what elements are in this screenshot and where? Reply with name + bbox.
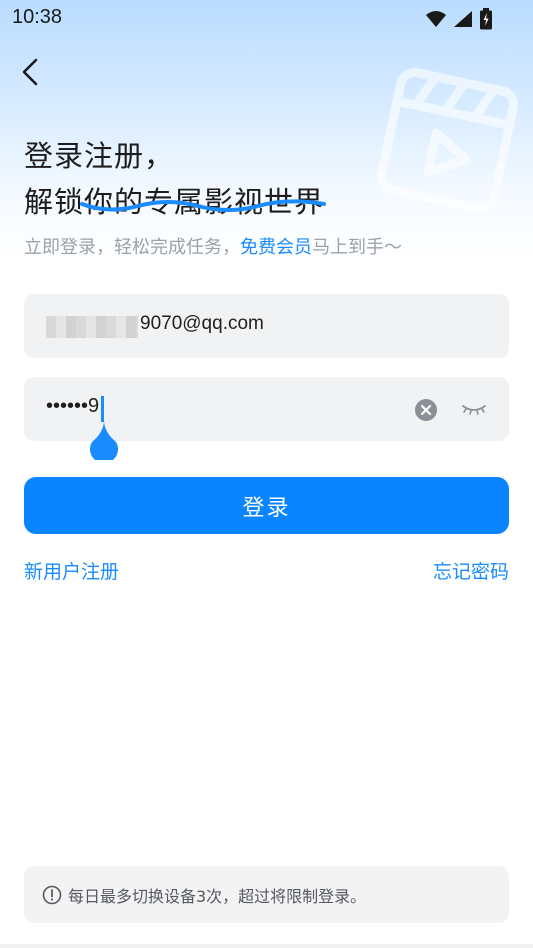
battery-icon bbox=[480, 8, 492, 30]
login-button[interactable]: 登录 bbox=[24, 477, 509, 534]
back-arrow-icon[interactable] bbox=[16, 56, 48, 88]
email-value: 9070@qq.com bbox=[140, 313, 264, 334]
login-screen: 10:38 登录注册， 解锁你的专属影视世界 立即登录，轻松完成任务，免费会员马… bbox=[0, 0, 533, 948]
wifi-icon bbox=[426, 11, 446, 27]
subtitle-suffix: 马上到手～ bbox=[312, 237, 402, 258]
clear-icon[interactable] bbox=[414, 398, 438, 422]
title-line-1: 登录注册， bbox=[24, 139, 175, 173]
nav-bar-edge bbox=[0, 944, 533, 948]
eye-closed-icon[interactable] bbox=[460, 399, 488, 419]
redacted-email-prefix bbox=[46, 316, 138, 338]
subtitle-highlight: 免费会员 bbox=[240, 237, 312, 258]
subtitle: 立即登录，轻松完成任务，免费会员马上到手～ bbox=[24, 233, 402, 259]
status-icons bbox=[425, 8, 493, 30]
subtitle-prefix: 立即登录，轻松完成任务， bbox=[24, 237, 240, 258]
signal-icon bbox=[454, 11, 472, 27]
video-deco-icon bbox=[376, 67, 519, 214]
wave-underline bbox=[80, 199, 326, 212]
status-time: 10:38 bbox=[12, 6, 63, 28]
password-value: ••••••9 bbox=[46, 395, 100, 417]
cursor-handle[interactable] bbox=[86, 418, 122, 460]
register-link[interactable]: 新用户注册 bbox=[24, 557, 119, 584]
notice-text: 每日最多切换设备3次，超过将限制登录。 bbox=[68, 886, 367, 906]
device-limit-notice: 每日最多切换设备3次，超过将限制登录。 bbox=[24, 866, 509, 923]
status-bar: 10:38 bbox=[0, 0, 533, 38]
forgot-password-link[interactable]: 忘记密码 bbox=[433, 557, 509, 584]
email-field[interactable]: 9070@qq.com bbox=[24, 294, 509, 358]
info-icon bbox=[42, 885, 62, 904]
